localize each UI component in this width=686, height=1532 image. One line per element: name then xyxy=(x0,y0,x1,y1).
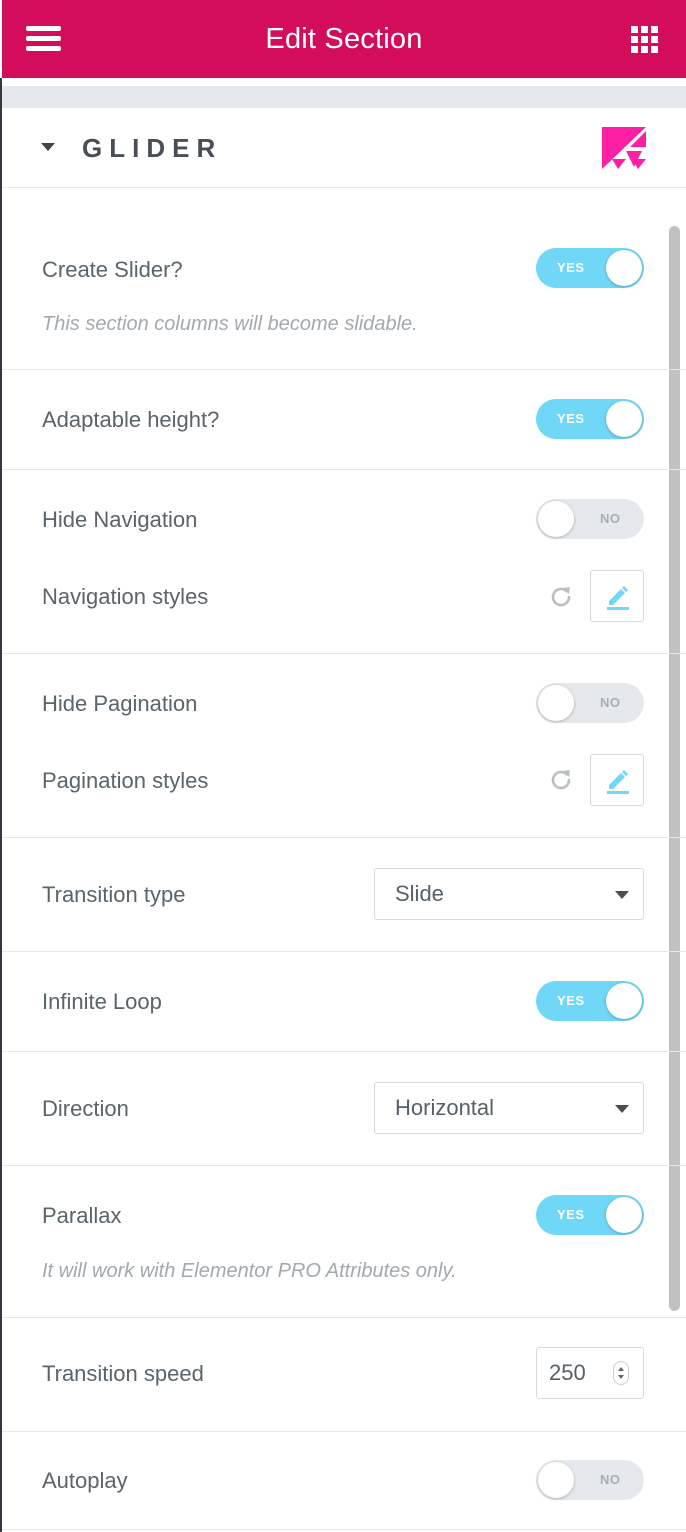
divider xyxy=(2,369,686,370)
navigation-styles-edit-button[interactable] xyxy=(590,570,644,622)
create-slider-switch-text: YES xyxy=(557,260,585,275)
transition-speed-value: 250 xyxy=(549,1360,586,1385)
panel-left-border xyxy=(0,78,2,1532)
page-title: Edit Section xyxy=(265,23,423,55)
divider xyxy=(2,1051,686,1052)
divider xyxy=(2,1165,686,1166)
pencil-icon xyxy=(607,586,629,610)
transition-speed-label: Transition speed xyxy=(42,1361,204,1386)
hide-pagination-switch-text: NO xyxy=(600,695,621,710)
divider xyxy=(2,951,686,952)
create-slider-description: This section columns will become slidabl… xyxy=(42,313,418,335)
switch-knob xyxy=(606,1197,642,1233)
infinite-loop-switch-text: YES xyxy=(557,993,585,1008)
hide-pagination-switch[interactable]: NO xyxy=(536,683,644,723)
pencil-icon xyxy=(607,770,629,794)
hide-navigation-label: Hide Navigation xyxy=(42,507,198,532)
direction-select[interactable]: Horizontal xyxy=(374,1082,644,1134)
grid-apps-icon[interactable] xyxy=(631,26,659,53)
switch-knob xyxy=(606,250,642,286)
adaptable-height-switch-text: YES xyxy=(557,411,585,426)
autoplay-switch-text: NO xyxy=(600,1472,621,1487)
transition-type-select[interactable]: Slide xyxy=(374,868,644,920)
create-slider-label: Create Slider? xyxy=(42,257,183,282)
divider xyxy=(2,653,686,654)
parallax-label: Parallax xyxy=(42,1203,122,1228)
spinner-down-icon[interactable] xyxy=(618,1375,624,1379)
switch-knob xyxy=(538,1462,574,1498)
pagination-styles-label: Pagination styles xyxy=(42,768,209,793)
hide-navigation-switch-text: NO xyxy=(600,511,621,526)
parallax-switch[interactable]: YES xyxy=(536,1195,644,1235)
panel-header: Edit Section xyxy=(2,0,686,78)
transition-type-label: Transition type xyxy=(42,882,186,907)
divider xyxy=(2,837,686,838)
navigation-reset-icon[interactable] xyxy=(548,584,574,610)
section-title: GLIDER xyxy=(82,133,223,163)
navigation-styles-label: Navigation styles xyxy=(42,584,209,609)
hide-navigation-switch[interactable]: NO xyxy=(536,499,644,539)
caret-down-icon[interactable] xyxy=(41,143,55,151)
hide-pagination-label: Hide Pagination xyxy=(42,691,198,716)
glider-logo-icon xyxy=(602,127,646,169)
spinner-up-icon[interactable] xyxy=(618,1367,624,1371)
parallax-switch-text: YES xyxy=(557,1207,585,1222)
adaptable-height-switch[interactable]: YES xyxy=(536,399,644,439)
switch-knob xyxy=(606,401,642,437)
divider xyxy=(2,469,686,470)
divider xyxy=(2,1317,686,1318)
infinite-loop-switch[interactable]: YES xyxy=(536,981,644,1021)
pagination-reset-icon[interactable] xyxy=(548,767,574,793)
switch-knob xyxy=(538,501,574,537)
panel-scrollbar[interactable] xyxy=(669,226,680,1311)
switch-knob xyxy=(538,685,574,721)
pagination-styles-edit-button[interactable] xyxy=(590,754,644,806)
transition-speed-input[interactable]: 250 xyxy=(536,1347,644,1399)
chevron-down-icon xyxy=(615,1105,629,1113)
chevron-down-icon xyxy=(615,891,629,899)
switch-knob xyxy=(606,983,642,1019)
autoplay-switch[interactable]: NO xyxy=(536,1460,644,1500)
adaptable-height-label: Adaptable height? xyxy=(42,407,220,432)
autoplay-label: Autoplay xyxy=(42,1468,128,1493)
divider xyxy=(2,1529,686,1530)
direction-value: Horizontal xyxy=(395,1095,495,1120)
infinite-loop-label: Infinite Loop xyxy=(42,989,162,1014)
direction-label: Direction xyxy=(42,1096,129,1121)
transition-type-value: Slide xyxy=(395,881,444,906)
parallax-description: It will work with Elementor PRO Attribut… xyxy=(42,1260,457,1282)
create-slider-switch[interactable]: YES xyxy=(536,248,644,288)
divider xyxy=(2,1431,686,1432)
number-spinner[interactable] xyxy=(613,1361,629,1385)
header-spacer xyxy=(2,86,686,108)
